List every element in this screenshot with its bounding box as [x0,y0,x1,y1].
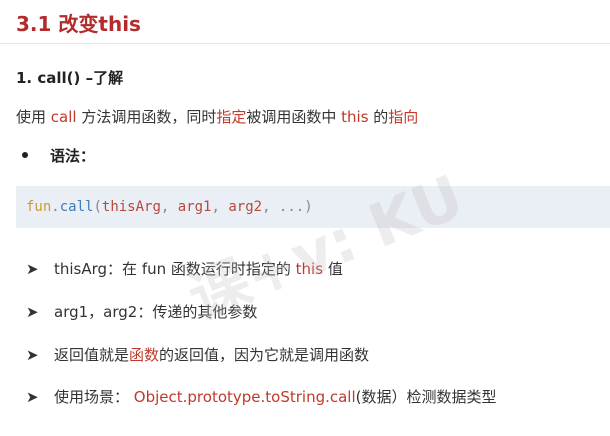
code-arg1: arg1 [177,199,212,215]
arrow-bullet-icon: ➤ [26,346,39,364]
bullet-dot-icon [22,152,28,158]
desc-call-keyword: call [50,108,77,126]
item-text-tail: (数据）检测数据类型 [355,388,497,406]
list-item: ➤ thisArg：在 fun 函数运行时指定的 this 值 [26,258,343,279]
item-highlight: 函数 [129,346,160,364]
desc-text-4: 的 [368,108,389,126]
code-sep: , [160,199,178,215]
list-item: ➤ 使用场景： Object.prototype.toString.call(数据… [26,386,497,407]
item-text: 使用场景： [54,388,134,406]
item-text: 返回值就是 [54,346,130,364]
section-title: 3.1 改变this [16,12,141,36]
item-highlight: Object.prototype.toString.call [133,388,356,406]
list-item: ➤ 返回值就是函数的返回值，因为它就是调用函数 [26,344,369,365]
arrow-bullet-icon: ➤ [26,388,39,406]
desc-this-keyword: this [341,108,369,126]
syntax-heading: 语法： [16,145,95,166]
item-text: arg1，arg2：传递的其他参数 [54,303,258,321]
list-item: ➤ arg1，arg2：传递的其他参数 [26,301,257,322]
item-text: thisArg：在 fun 函数运行时指定的 [54,260,296,278]
code-block: fun.call(thisArg, arg1, arg2, ...) [16,186,610,228]
code-rest: ... [278,199,305,215]
code-close-paren: ) [304,199,313,215]
item-text-tail: 值 [323,260,343,278]
code-sep: , [211,199,229,215]
code-call: call [59,199,94,215]
item-highlight: this [295,260,324,278]
desc-text-2: 方法调用函数，同时 [76,108,217,126]
desc-text-1: 使用 [16,108,51,126]
code-fun: fun [26,199,52,215]
subsection-heading: 1. call() –了解 [16,69,124,87]
syntax-label: 语法： [50,147,96,165]
code-arg-thisarg: thisArg [101,199,161,215]
code-sep: , [262,199,279,215]
desc-text-3: 被调用函数中 [246,108,342,126]
arrow-bullet-icon: ➤ [26,260,39,278]
code-open-paren: ( [93,199,102,215]
code-arg2: arg2 [228,199,263,215]
description-line: 使用 call 方法调用函数，同时指定被调用函数中 this 的指向 [16,106,418,127]
code-dot: . [51,199,60,215]
item-text-tail: 的返回值，因为它就是调用函数 [159,346,370,364]
desc-pointing: 指向 [388,108,419,126]
arrow-bullet-icon: ➤ [26,303,39,321]
desc-specify: 指定 [216,108,247,126]
title-divider [0,43,610,44]
